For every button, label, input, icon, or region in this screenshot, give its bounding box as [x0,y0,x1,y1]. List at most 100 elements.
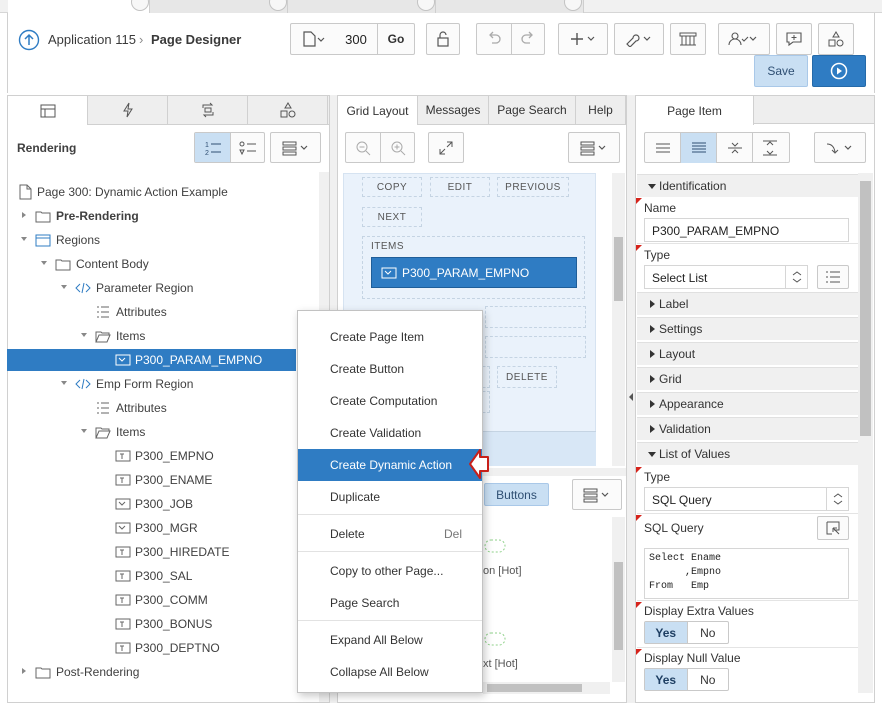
tree-node-pre-rendering[interactable]: Pre-Rendering [7,205,327,227]
gallery-tab-buttons[interactable]: Buttons [484,483,549,506]
collapse-icon[interactable] [80,427,88,435]
create-menu-button[interactable] [558,23,608,55]
collapse-icon[interactable] [60,379,68,387]
tree-node-p300-deptno[interactable]: P300_DEPTNO [7,637,327,659]
team-menu-button[interactable] [718,23,770,55]
page-select-button[interactable] [291,24,335,54]
grid-slot-previous[interactable]: PREVIOUS [497,177,569,197]
select-arrows-icon[interactable] [785,266,807,288]
tab-shared-components[interactable] [248,96,328,124]
tab-page-search[interactable]: Page Search [489,96,576,124]
menu-duplicate[interactable]: Duplicate [298,481,482,513]
tab-dynamic-actions[interactable] [88,96,168,124]
no-option[interactable]: No [686,669,729,690]
tree-node-post-rendering[interactable]: Post-Rendering [7,661,327,683]
tree-node-p300-mgr[interactable]: P300_MGR [7,517,327,539]
expand-all-groups-button[interactable] [752,133,787,163]
yes-option[interactable]: Yes [645,669,687,690]
redo-button[interactable] [511,24,544,54]
tab-processing[interactable] [168,96,248,124]
collapse-icon[interactable] [20,235,28,243]
tab-2[interactable] [150,0,288,13]
menu-create-page-item[interactable]: Create Page Item [298,321,482,353]
tab-application[interactable] [8,0,150,13]
right-splitter[interactable] [627,95,635,703]
collapse-icon[interactable] [40,259,48,267]
tree-node-parameter-region[interactable]: Parameter Region [7,277,327,299]
tree-node-content-body[interactable]: Content Body [7,253,327,275]
undo-button[interactable] [477,24,511,54]
collapse-icon[interactable] [60,283,68,291]
grid-slot-next[interactable]: NEXT [362,207,422,227]
shared-components-button[interactable] [670,23,706,55]
gallery-scrollbar-thumb[interactable] [614,562,623,650]
group-settings[interactable]: Settings [637,317,858,340]
tab-4[interactable] [436,0,584,13]
group-validation[interactable]: Validation [637,417,858,440]
go-button[interactable]: Go [377,24,414,54]
tab-grid-layout[interactable]: Grid Layout [338,96,418,125]
tree-node-page[interactable]: Page 300: Dynamic Action Example [7,181,327,203]
tree-node-p300-hiredate[interactable]: P300_HIREDATE [7,541,327,563]
grid-item-p300-param-empno[interactable]: P300_PARAM_EMPNO [371,257,577,288]
tree-node-regions[interactable]: Regions [7,229,327,251]
splitter-arrow-icon[interactable] [628,393,634,401]
tab-rendering[interactable] [8,96,88,125]
button-template-icon[interactable] [483,535,507,557]
breadcrumb-application[interactable]: Application 115 [48,32,136,47]
tab-3[interactable] [288,0,436,13]
group-list-of-values[interactable]: List of Values [637,442,858,465]
tab-page-item[interactable]: Page Item [636,96,754,125]
grid-slot-copy[interactable]: COPY [362,177,422,197]
expand-icon[interactable] [20,211,28,219]
tree-node-items[interactable]: Items [7,325,327,347]
yes-option[interactable]: Yes [645,622,687,643]
layout-menu-button[interactable] [568,132,620,163]
menu-create-computation[interactable]: Create Computation [298,385,482,417]
grid-slot-empty[interactable] [485,336,586,358]
group-grid[interactable]: Grid [637,367,858,390]
select-arrows-icon[interactable] [826,488,848,510]
menu-page-search[interactable]: Page Search [298,587,482,619]
gallery-hscrollbar[interactable] [483,682,610,694]
tree-node-p300-ename[interactable]: P300_ENAME [7,469,327,491]
tree-node-attributes[interactable]: Attributes [7,397,327,419]
gallery-scrollbar[interactable] [612,517,625,682]
tab-help[interactable]: Help [576,96,626,124]
tab-messages[interactable]: Messages [418,96,489,124]
grid-slot-edit[interactable]: EDIT [430,177,490,197]
menu-collapse-all-below[interactable]: Collapse All Below [298,656,482,688]
page-number-input[interactable]: 300 [335,24,377,54]
expand-layout-button[interactable] [428,132,464,163]
run-page-button[interactable] [812,55,866,87]
lov-type-select[interactable]: SQL Query [644,487,849,511]
code-editor-button[interactable] [817,516,849,540]
gallery-menu-button[interactable] [572,479,622,510]
tree-node-p300-sal[interactable]: P300_SAL [7,565,327,587]
sql-query-textarea[interactable]: Select Ename ,Empno From Emp [644,548,849,599]
group-identification[interactable]: Identification [637,174,858,197]
tree-node-p300-param-empno[interactable]: P300_PARAM_EMPNO [7,349,296,371]
menu-create-dynamic-action[interactable]: Create Dynamic Action [298,449,482,481]
comments-button[interactable] [776,23,812,55]
collapse-icon[interactable] [80,331,88,339]
tree-node-items[interactable]: Items [7,421,327,443]
shapes-button[interactable] [818,23,854,55]
group-appearance[interactable]: Appearance [637,392,858,415]
tree-menu-button[interactable] [270,132,321,163]
lock-button[interactable] [426,23,460,55]
show-common-button[interactable] [645,133,680,163]
group-label[interactable]: Label [637,292,858,315]
grid-scrollbar[interactable] [612,173,625,466]
view-by-processing-order-button[interactable] [230,133,264,162]
menu-create-validation[interactable]: Create Validation [298,417,482,449]
save-button[interactable]: Save [754,55,808,87]
list-picker-button[interactable] [817,265,849,289]
show-all-button[interactable] [680,133,716,163]
no-option[interactable]: No [686,622,729,643]
app-up-icon[interactable] [18,29,40,51]
tree-node-emp-form-region[interactable]: Emp Form Region [7,373,327,395]
tree-node-p300-bonus[interactable]: P300_BONUS [7,613,327,635]
tree-node-p300-empno[interactable]: P300_EMPNO [7,445,327,467]
utilities-menu-button[interactable] [614,23,664,55]
